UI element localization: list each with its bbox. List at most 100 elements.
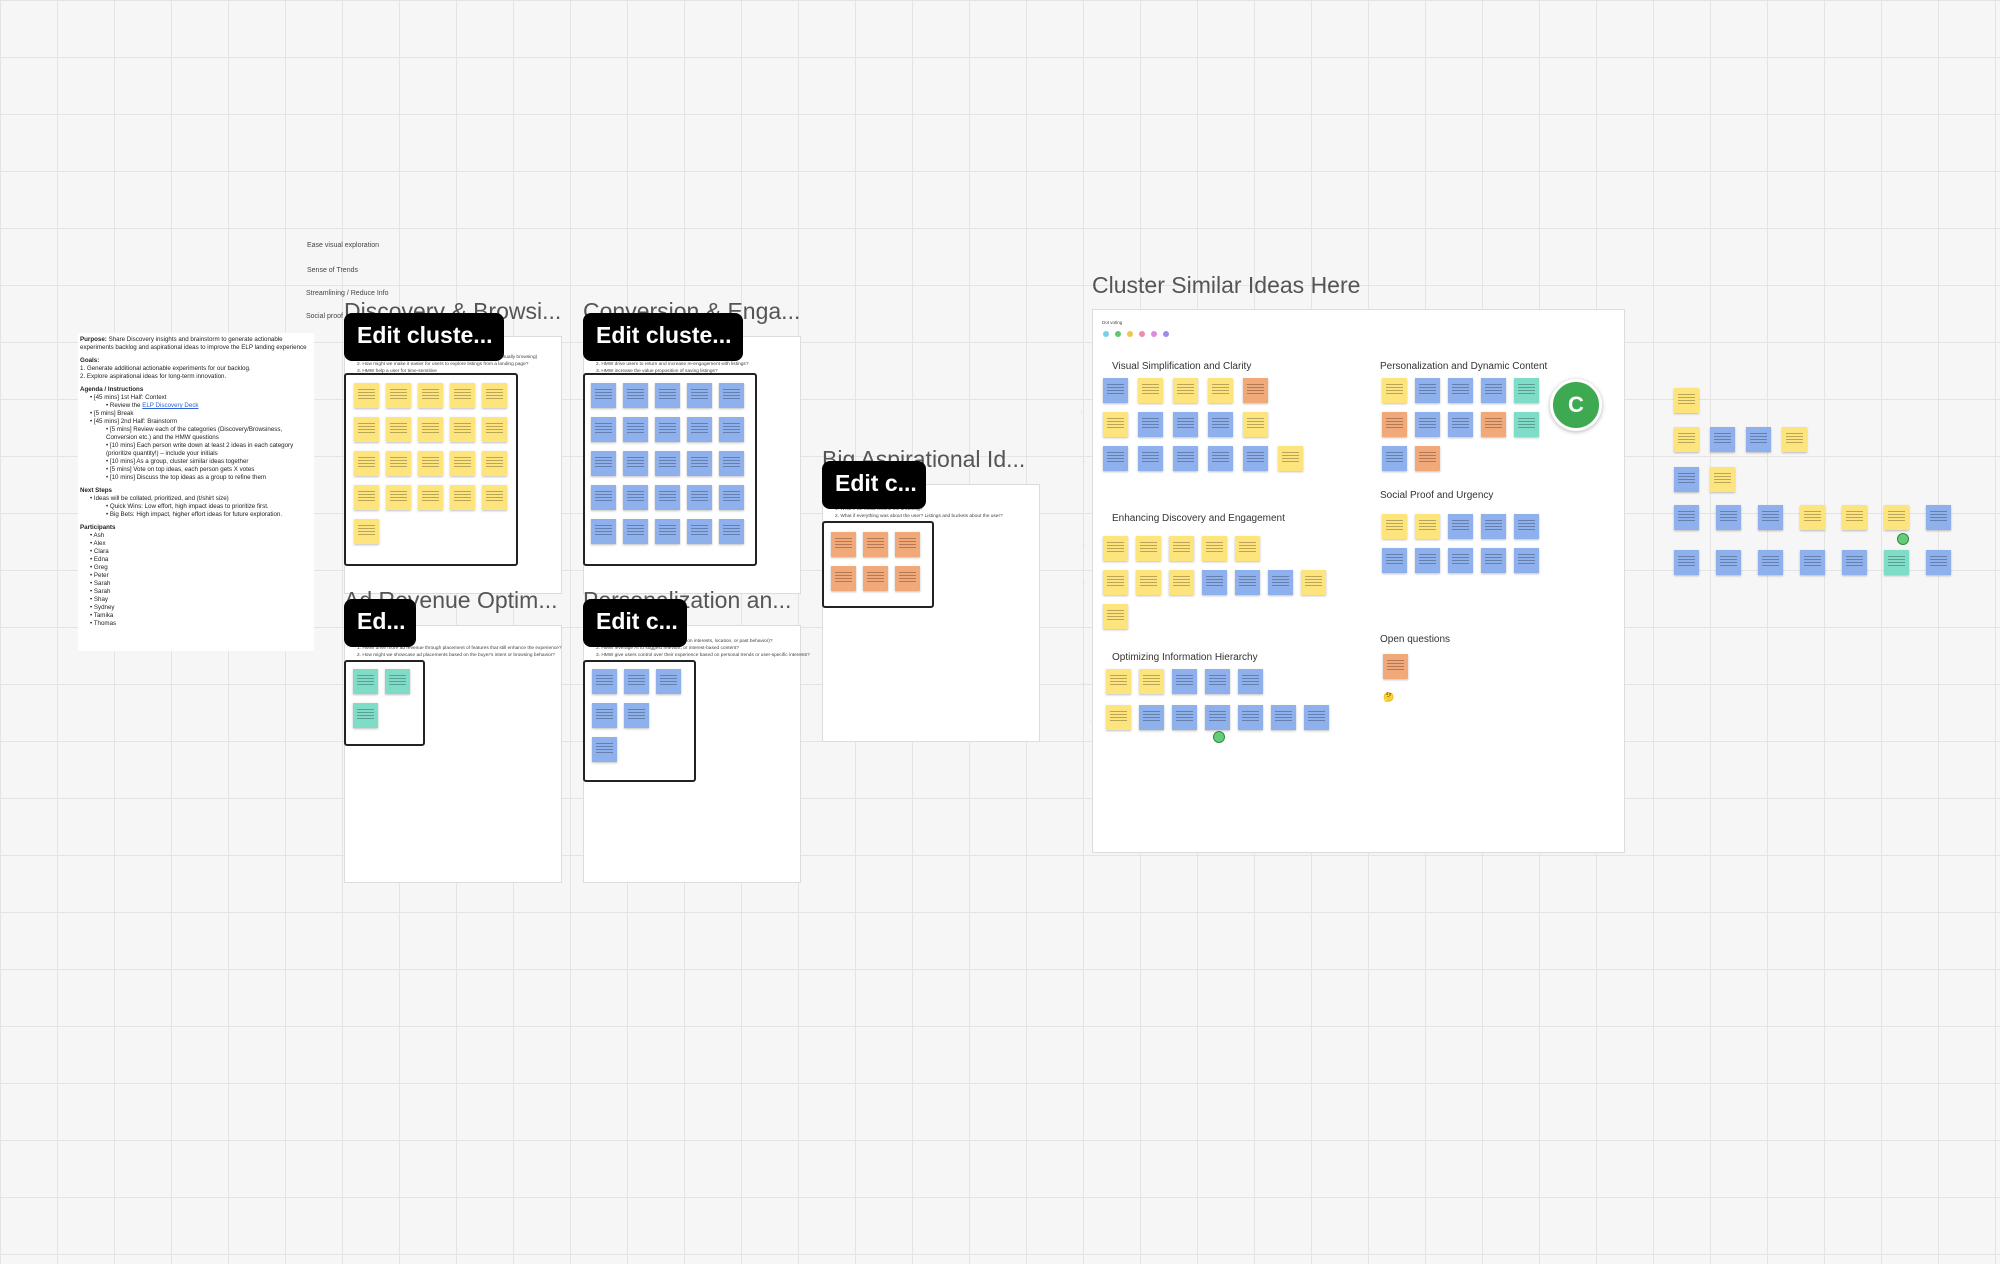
sticky-note[interactable] [655, 383, 680, 408]
sticky-note[interactable] [624, 703, 649, 728]
sticky-note[interactable] [1782, 427, 1807, 452]
sticky-note[interactable] [1884, 505, 1909, 530]
sticky-note[interactable] [1514, 412, 1539, 437]
sticky-note[interactable] [1481, 548, 1506, 573]
sticky-note[interactable] [1173, 378, 1198, 403]
sticky-note[interactable] [1139, 705, 1164, 730]
sticky-note[interactable] [1301, 570, 1326, 595]
sticky-note[interactable] [1842, 505, 1867, 530]
sticky-note[interactable] [1139, 669, 1164, 694]
sticky-note[interactable] [1382, 412, 1407, 437]
sticky-note[interactable] [1103, 412, 1128, 437]
sticky-note[interactable] [1382, 514, 1407, 539]
sticky-note[interactable] [719, 451, 744, 476]
sticky-note[interactable] [354, 417, 379, 442]
sticky-note[interactable] [482, 485, 507, 510]
sticky-note[interactable] [623, 417, 648, 442]
sticky-note[interactable] [1674, 467, 1699, 492]
sticky-note[interactable] [1674, 505, 1699, 530]
sticky-note[interactable] [1383, 654, 1408, 679]
sticky-note[interactable] [1716, 550, 1741, 575]
sticky-note[interactable] [592, 669, 617, 694]
sticky-note[interactable] [1304, 705, 1329, 730]
sticky-note[interactable] [1208, 446, 1233, 471]
sticky-note[interactable] [1514, 514, 1539, 539]
sticky-note[interactable] [385, 669, 410, 694]
sticky-note[interactable] [623, 451, 648, 476]
sticky-note[interactable] [655, 485, 680, 510]
sticky-note[interactable] [1138, 412, 1163, 437]
sticky-note[interactable] [1710, 427, 1735, 452]
sticky-note[interactable] [354, 519, 379, 544]
sticky-note[interactable] [687, 485, 712, 510]
sticky-note[interactable] [591, 519, 616, 544]
edit-cluster-button-ad-revenue[interactable]: Ed... [344, 599, 416, 647]
instructions-document[interactable]: Purpose: Share Discovery insights and br… [78, 333, 314, 651]
sticky-note[interactable] [1172, 705, 1197, 730]
sticky-note[interactable] [1268, 570, 1293, 595]
sticky-note[interactable] [1674, 550, 1699, 575]
sticky-note[interactable] [655, 417, 680, 442]
sticky-note[interactable] [1138, 446, 1163, 471]
sticky-note[interactable] [719, 485, 744, 510]
sticky-note[interactable] [1103, 446, 1128, 471]
sticky-note[interactable] [1202, 536, 1227, 561]
sticky-note[interactable] [1926, 505, 1951, 530]
sticky-note[interactable] [656, 669, 681, 694]
sticky-note[interactable] [1716, 505, 1741, 530]
sticky-note[interactable] [1710, 467, 1735, 492]
sticky-note[interactable] [624, 669, 649, 694]
sticky-note[interactable] [1238, 705, 1263, 730]
sticky-note[interactable] [1208, 378, 1233, 403]
sticky-note[interactable] [1758, 550, 1783, 575]
sticky-note[interactable] [1514, 548, 1539, 573]
sticky-note[interactable] [591, 485, 616, 510]
sticky-note[interactable] [1205, 705, 1230, 730]
sticky-note[interactable] [1884, 550, 1909, 575]
sticky-note[interactable] [591, 417, 616, 442]
sticky-note[interactable] [1448, 412, 1473, 437]
sticky-note[interactable] [482, 451, 507, 476]
sticky-note[interactable] [1235, 570, 1260, 595]
sticky-note[interactable] [1169, 536, 1194, 561]
vote-dot-swatch[interactable] [1103, 331, 1109, 337]
sticky-note[interactable] [1415, 412, 1440, 437]
sticky-note[interactable] [1674, 427, 1699, 452]
sticky-note[interactable] [1271, 705, 1296, 730]
sticky-note[interactable] [1138, 378, 1163, 403]
sticky-note[interactable] [623, 485, 648, 510]
sticky-note[interactable] [1243, 378, 1268, 403]
sticky-note[interactable] [418, 485, 443, 510]
vote-dot-swatch[interactable] [1115, 331, 1121, 337]
sticky-note[interactable] [687, 519, 712, 544]
sticky-note[interactable] [1208, 412, 1233, 437]
sticky-note[interactable] [831, 566, 856, 591]
sticky-note[interactable] [1173, 446, 1198, 471]
sticky-note[interactable] [418, 383, 443, 408]
sticky-note[interactable] [1926, 550, 1951, 575]
sticky-note[interactable] [354, 485, 379, 510]
sticky-note[interactable] [1481, 412, 1506, 437]
sticky-note[interactable] [450, 485, 475, 510]
sticky-note[interactable] [353, 703, 378, 728]
edit-cluster-button-aspirational[interactable]: Edit c... [822, 461, 926, 509]
sticky-note[interactable] [1103, 378, 1128, 403]
sticky-note[interactable] [1481, 378, 1506, 403]
sticky-note[interactable] [1278, 446, 1303, 471]
sticky-note[interactable] [353, 669, 378, 694]
sticky-note[interactable] [1106, 705, 1131, 730]
sticky-note[interactable] [1800, 505, 1825, 530]
cluster-frame-title[interactable]: Cluster Similar Ideas Here [1092, 272, 1360, 299]
sticky-note[interactable] [1448, 548, 1473, 573]
vote-dot[interactable] [1897, 533, 1909, 545]
sticky-note[interactable] [592, 703, 617, 728]
sticky-note[interactable] [418, 417, 443, 442]
sticky-note[interactable] [1205, 669, 1230, 694]
sticky-note[interactable] [354, 451, 379, 476]
vote-dot-swatch[interactable] [1151, 331, 1157, 337]
sticky-note[interactable] [1415, 548, 1440, 573]
sticky-note[interactable] [1448, 514, 1473, 539]
sticky-note[interactable] [1415, 378, 1440, 403]
sticky-note[interactable] [418, 451, 443, 476]
sticky-note[interactable] [655, 451, 680, 476]
